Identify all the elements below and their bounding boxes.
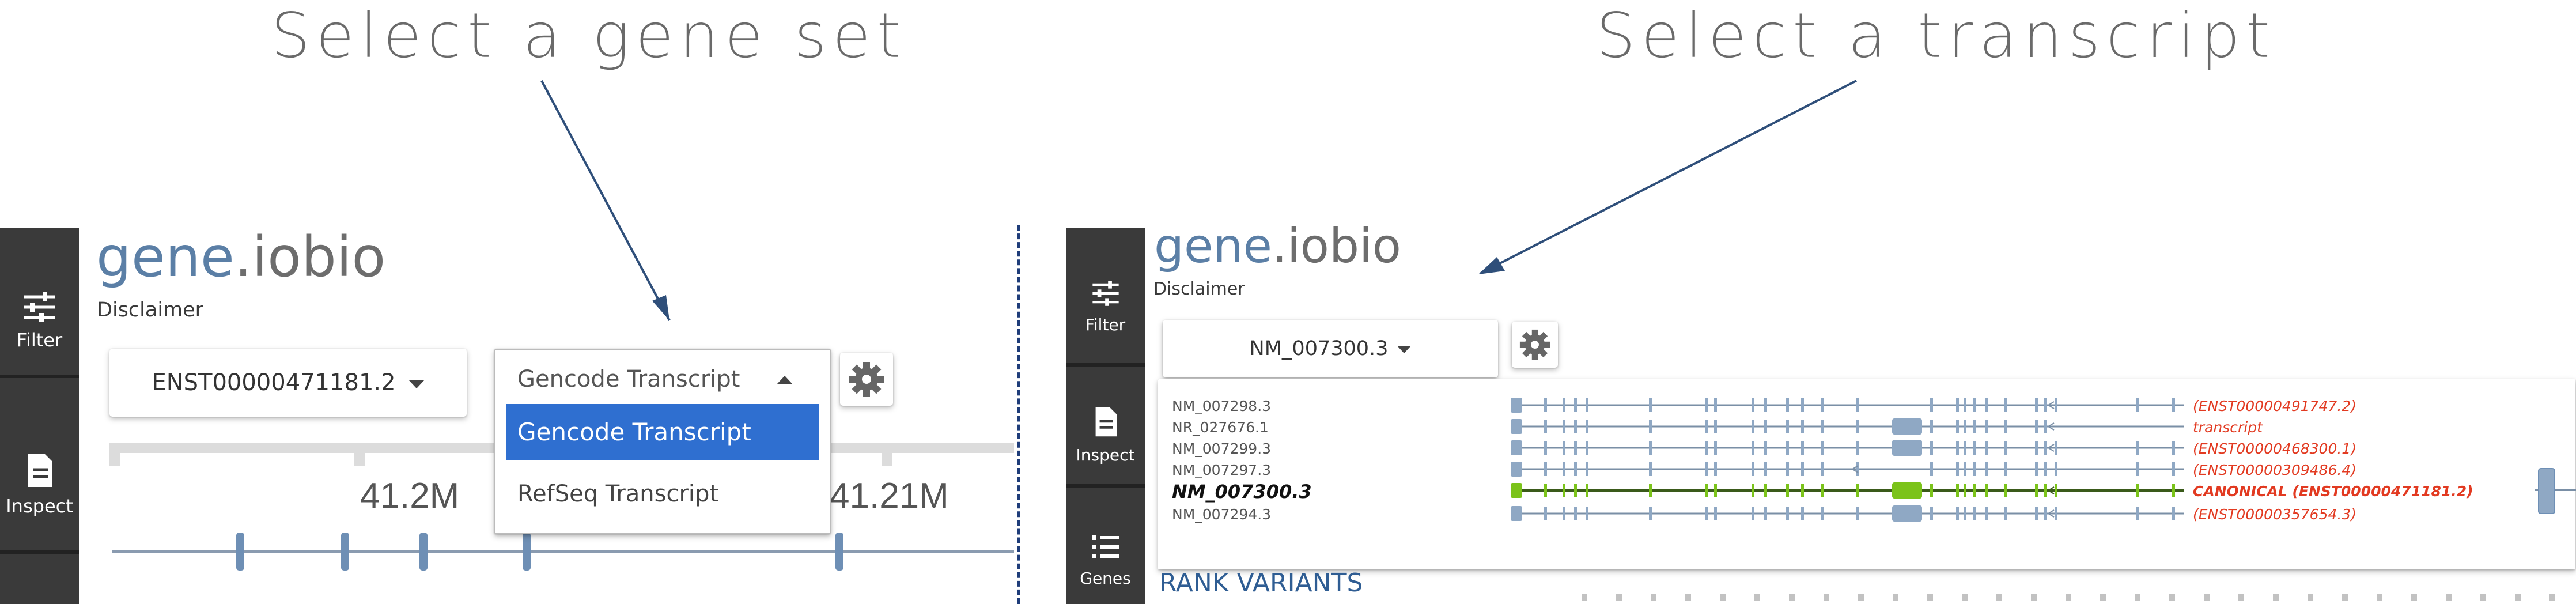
ruler-tick — [109, 443, 120, 466]
transcript-note: transcript — [2193, 419, 2263, 436]
gear-icon — [1519, 329, 1550, 360]
transcript-selector[interactable]: NM_007300.3 — [1163, 320, 1498, 378]
sidebar-separator — [1066, 484, 1145, 488]
gear-icon — [849, 362, 884, 397]
menu-item-gencode-transcript[interactable]: Gencode Transcript — [506, 404, 819, 460]
document-icon — [28, 454, 52, 487]
chevron-down-icon — [408, 379, 425, 388]
transcript-selector-value: NM_007300.3 — [1249, 337, 1389, 360]
gene-set-dropdown[interactable]: Gencode Transcript Gencode Transcript Re… — [494, 349, 831, 534]
transcript-name[interactable]: NM_007298.3 — [1172, 398, 1271, 414]
gene-track-line — [112, 550, 1014, 553]
chevron-down-icon — [1397, 345, 1412, 353]
ruler-label: 41.2M — [360, 476, 460, 516]
transcript-menu — [1158, 379, 2575, 569]
ruler-label: 41.21M — [830, 476, 949, 516]
app-title-iobio: .iobio — [234, 225, 386, 289]
gene-set-screenshot: Filter Inspect gene.iobio Disclaimer ENS… — [0, 0, 1014, 604]
transcript-selector-value: ENST00000471181.2 — [152, 369, 396, 396]
settings-button[interactable] — [840, 353, 893, 406]
exon — [341, 533, 349, 571]
sidebar-label-genes: Genes — [1080, 569, 1131, 588]
exon — [835, 533, 843, 571]
sidebar-separator — [1066, 363, 1145, 367]
sidebar-item-filter[interactable]: Filter — [1066, 280, 1145, 334]
transcript-name-selected[interactable]: NM_007300.3 — [1172, 481, 1312, 503]
transcript-note: (ENST00000357654.3) — [2193, 506, 2356, 523]
sidebar-label-filter: Filter — [1085, 315, 1126, 334]
sliders-icon — [1092, 281, 1119, 306]
disclaimer-link[interactable]: Disclaimer — [1153, 279, 1245, 299]
app-title: gene.iobio — [1154, 219, 1401, 274]
app-title-gene: gene — [1154, 219, 1272, 274]
chevron-up-icon — [777, 376, 793, 384]
transcript-name[interactable]: NR_027676.1 — [1172, 419, 1269, 436]
menu-item-refseq-transcript[interactable]: RefSeq Transcript — [517, 468, 830, 520]
disclaimer-link[interactable]: Disclaimer — [97, 299, 203, 322]
transcript-name[interactable]: NM_007297.3 — [1172, 462, 1271, 478]
exon — [236, 533, 244, 571]
list-icon — [1091, 535, 1119, 558]
sidebar-item-inspect[interactable]: Inspect — [0, 452, 79, 517]
sidebar-separator — [0, 550, 79, 554]
exon — [523, 533, 531, 571]
transcript-note: (ENST00000491747.2) — [2193, 398, 2356, 414]
left-sidebar: Filter Inspect — [0, 228, 79, 604]
ruler-tick — [882, 443, 892, 466]
sidebar-label-inspect: Inspect — [6, 495, 73, 517]
sidebar-item-genes[interactable]: Genes — [1066, 533, 1145, 588]
app-title-iobio: .iobio — [1272, 219, 1401, 274]
sidebar-label-inspect: Inspect — [1076, 446, 1135, 465]
exon — [2538, 468, 2555, 514]
transcript-note-canonical: CANONICAL (ENST00000471181.2) — [2193, 483, 2473, 500]
ruler-tick — [354, 443, 365, 466]
sliders-icon — [24, 292, 55, 322]
document-icon — [1095, 407, 1117, 437]
sidebar-label-filter: Filter — [16, 329, 63, 351]
app-title: gene.iobio — [96, 225, 385, 289]
gene-set-dropdown-selected[interactable]: Gencode Transcript — [517, 366, 740, 392]
sidebar-item-filter[interactable]: Filter — [0, 291, 79, 351]
variant-lane-fragment — [1582, 594, 2561, 601]
transcript-selector[interactable]: ENST00000471181.2 — [109, 349, 467, 417]
transcript-note: (ENST00000309486.4) — [2193, 462, 2356, 478]
section-heading-rank-variants: RANK VARIANTS — [1159, 568, 1363, 598]
right-sidebar: Filter Inspect Genes — [1066, 228, 1145, 604]
app-title-gene: gene — [96, 225, 234, 289]
exon — [419, 533, 428, 571]
sidebar-separator — [0, 375, 79, 378]
transcript-name[interactable]: NM_007299.3 — [1172, 440, 1271, 457]
transcript-name[interactable]: NM_007294.3 — [1172, 506, 1271, 523]
sidebar-item-inspect[interactable]: Inspect — [1066, 406, 1145, 465]
settings-button[interactable] — [1512, 322, 1558, 368]
transcript-note: (ENST00000468300.1) — [2193, 440, 2356, 457]
